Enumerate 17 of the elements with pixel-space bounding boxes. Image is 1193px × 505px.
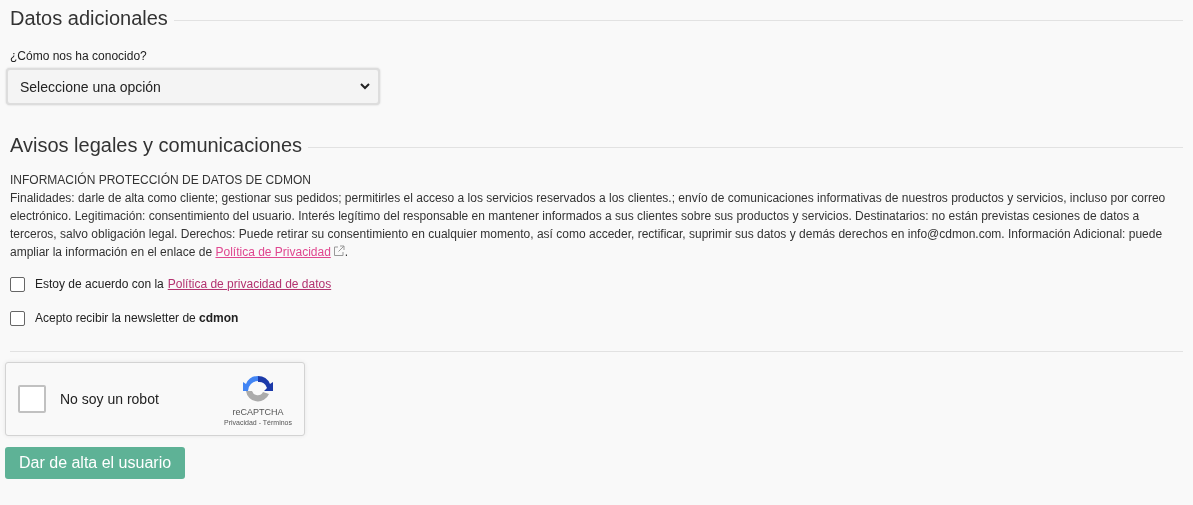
- section-title: Datos adicionales: [10, 6, 168, 30]
- select-field[interactable]: Seleccione una opción: [6, 68, 380, 105]
- field-label: ¿Cómo nos ha conocido?: [10, 49, 148, 63]
- section-title: Avisos legales y comunicaciones: [10, 133, 302, 157]
- chevron-down-icon: [360, 83, 370, 90]
- privacy-paragraph: Finalidades: darle de alta como cliente; gestionar sus pedidos; permitirles el acceso a los servicios reservados a los clientes.; envío de comunicaciones informativas de nuestros productos y servicios, incluso por correo electrónico. Legitimación: consentimiento del usuario. Interés legítimo del responsable en mantener informados a sus clientes sobre sus productos y servicios. Destinatarios: no están previstas cesiones de datos a terceros, salvo obligación legal. Derechos: Puede retirar su consentimiento en cualquier momento, así como acceder, rectificar, suprimir sus datos y demás derechos en info@cdmon.com. Información Adicional: puede ampliar la información en el enlace de Política de Privacidad .: [10, 190, 1167, 261]
- checkbox-label: Acepto recibir la newsletter de cdmon: [35, 311, 239, 325]
- privacy-policy-link[interactable]: Política de privacidad de datos: [167, 277, 332, 291]
- info-heading: INFORMACIÓN PROTECCIÓN DE DATOS DE CDMON: [10, 173, 312, 187]
- checkbox[interactable]: [10, 276, 25, 292]
- checkbox-label: Estoy de acuerdo con la Política de privacidad de datos: [35, 277, 332, 291]
- external-link-icon: [332, 245, 345, 257]
- captcha-label: No soy un robot: [60, 391, 160, 407]
- privacy-link[interactable]: Política de Privacidad: [215, 245, 331, 259]
- checkbox[interactable]: [10, 310, 25, 326]
- captcha-brand: reCAPTCHA: [232, 406, 284, 417]
- captcha-checkbox[interactable]: [18, 385, 46, 413]
